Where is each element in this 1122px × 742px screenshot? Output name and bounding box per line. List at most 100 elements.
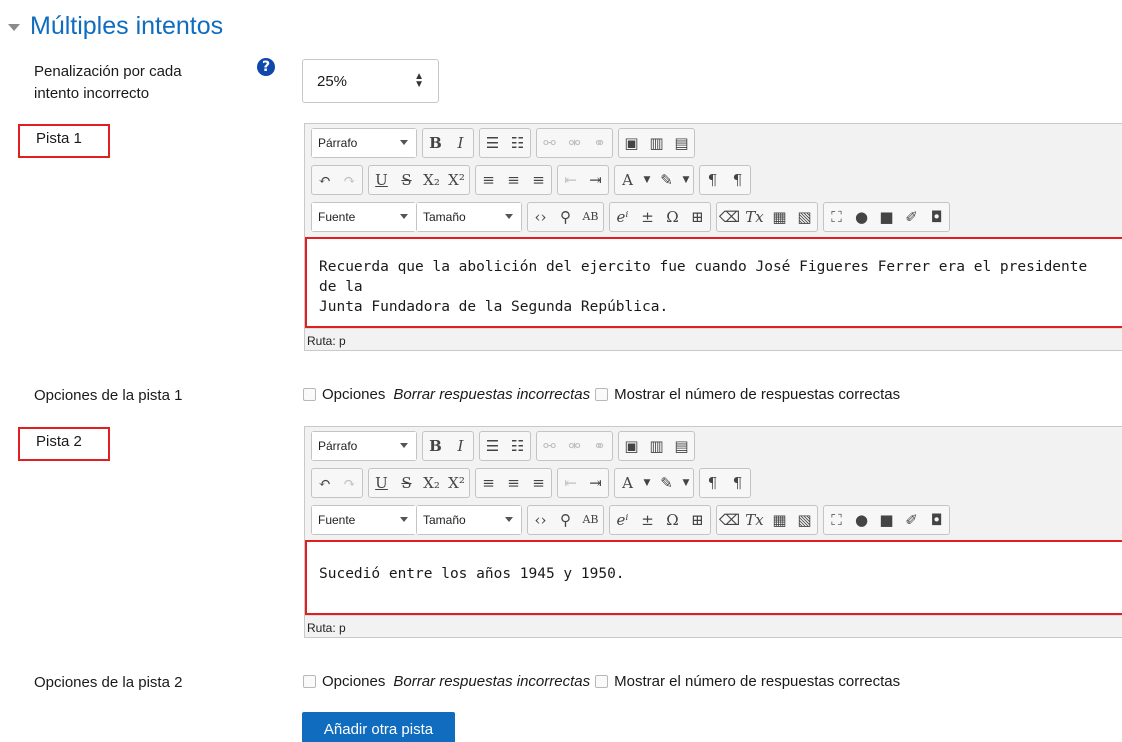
cleanup-icon[interactable]: ⌫ <box>717 203 742 231</box>
hint-2-show-correct-checkbox[interactable] <box>595 675 609 688</box>
rtl-icon[interactable]: ¶ <box>725 166 750 194</box>
hint-2-options-checkbox[interactable] <box>303 675 316 688</box>
draw-icon[interactable]: ✐ <box>899 203 924 231</box>
paste-text-icon[interactable]: ▦ <box>767 203 792 231</box>
rtl-icon[interactable]: ¶ <box>725 469 750 497</box>
background-color-icon[interactable]: ✎ <box>654 469 679 497</box>
background-color-caret-icon[interactable]: ▼ <box>679 469 693 497</box>
align-right-icon[interactable]: ≡ <box>526 166 551 194</box>
question-circle-icon[interactable]: ? <box>257 58 275 76</box>
omega-icon[interactable]: Ω <box>660 506 685 534</box>
bold-icon[interactable]: B <box>423 129 448 157</box>
omega-icon[interactable]: Ω <box>660 203 685 231</box>
clear-formatting-icon[interactable]: Tx <box>742 203 767 231</box>
undo-icon[interactable]: ↶ <box>312 469 337 497</box>
background-color-icon[interactable]: ✎ <box>654 166 679 194</box>
align-left-icon[interactable]: ≡ <box>476 166 501 194</box>
font-dropdown[interactable]: Fuente <box>311 201 416 232</box>
undo-icon[interactable]: ↶ <box>312 166 337 194</box>
underline-icon[interactable]: U <box>369 166 394 194</box>
numbered-list-icon[interactable]: ☷ <box>505 129 530 157</box>
equation-icon[interactable]: eⁱ <box>610 203 635 231</box>
paste-word-icon[interactable]: ▧ <box>792 506 817 534</box>
html-icon[interactable]: ‹› <box>528 506 553 534</box>
search-replace-icon[interactable]: ⚲ <box>553 203 578 231</box>
redo-icon[interactable]: ↷ <box>337 469 362 497</box>
indent-icon[interactable]: ⇥ <box>583 166 608 194</box>
strikethrough-icon[interactable]: S <box>394 469 419 497</box>
align-center-icon[interactable]: ≡ <box>501 166 526 194</box>
outdent-icon[interactable]: ⇤ <box>558 469 583 497</box>
hint-2-text-area[interactable]: Sucedió entre los años 1945 y 1950. <box>305 540 1122 615</box>
size-dropdown[interactable]: Tamaño <box>416 504 522 535</box>
search-replace-icon[interactable]: ⚲ <box>553 506 578 534</box>
ltr-icon[interactable]: ¶ <box>700 166 725 194</box>
record-audio-icon[interactable]: ● <box>849 203 874 231</box>
font-color-icon[interactable]: A <box>615 166 640 194</box>
hint-1-show-correct-checkbox[interactable] <box>595 388 609 401</box>
record-video-icon[interactable]: ■ <box>874 203 899 231</box>
table-icon[interactable]: ⊞ <box>685 203 710 231</box>
fullscreen-icon[interactable]: ⛶ <box>824 506 849 534</box>
record-audio-icon[interactable]: ● <box>849 506 874 534</box>
subscript-icon[interactable]: X₂ <box>419 166 444 194</box>
unlink-icon[interactable]: ⚮ <box>562 432 587 460</box>
italic-icon[interactable]: I <box>448 129 473 157</box>
anchor-icon[interactable]: ⚭ <box>587 432 612 460</box>
link-icon[interactable]: ⚯ <box>537 129 562 157</box>
media-icon[interactable]: ▥ <box>644 129 669 157</box>
insert-char-icon[interactable]: ± <box>635 203 660 231</box>
table-icon[interactable]: ⊞ <box>685 506 710 534</box>
bullet-list-icon[interactable]: ☰ <box>480 129 505 157</box>
hint-2-editor[interactable]: Párrafo BI ☰ ☷ ⚯ ⚮ ⚭ ▣ ▥ ▤ ↶ ↷ U S X₂ X² ≡ ≡ ≡ ⇤ ⇥ A… <box>304 426 1122 638</box>
section-header-multiple-attempts[interactable]: Múltiples intentos <box>8 12 223 41</box>
font-color-caret-icon[interactable]: ▼ <box>640 166 654 194</box>
bold-icon[interactable]: B <box>423 432 448 460</box>
paste-text-icon[interactable]: ▦ <box>767 506 792 534</box>
image-icon[interactable]: ▣ <box>619 129 644 157</box>
nonbreaking-space-icon[interactable]: AB <box>578 506 603 534</box>
collapse-caret-icon[interactable] <box>8 24 20 31</box>
image-icon[interactable]: ▣ <box>619 432 644 460</box>
hint-1-options-checkbox[interactable] <box>303 388 316 401</box>
strikethrough-icon[interactable]: S <box>394 166 419 194</box>
paragraph-dropdown[interactable]: Párrafo <box>311 430 417 461</box>
superscript-icon[interactable]: X² <box>444 166 469 194</box>
file-icon[interactable]: ▤ <box>669 129 694 157</box>
superscript-icon[interactable]: X² <box>444 469 469 497</box>
hint-1-editor[interactable]: Párrafo BI ☰ ☷ ⚯ ⚮ ⚭ ▣ ▥ ▤ ↶ ↷ U S X₂ X² ≡ ≡ ≡ ⇤ ⇥ A… <box>304 123 1122 351</box>
font-color-caret-icon[interactable]: ▼ <box>640 469 654 497</box>
paragraph-dropdown[interactable]: Párrafo <box>311 127 417 158</box>
indent-icon[interactable]: ⇥ <box>583 469 608 497</box>
font-color-icon[interactable]: A <box>615 469 640 497</box>
anchor-icon[interactable]: ⚭ <box>587 129 612 157</box>
link-icon[interactable]: ⚯ <box>537 432 562 460</box>
nonbreaking-space-icon[interactable]: AB <box>578 203 603 231</box>
equation-icon[interactable]: eⁱ <box>610 506 635 534</box>
screenshot-icon[interactable]: ◘ <box>924 506 949 534</box>
align-center-icon[interactable]: ≡ <box>501 469 526 497</box>
numbered-list-icon[interactable]: ☷ <box>505 432 530 460</box>
record-video-icon[interactable]: ■ <box>874 506 899 534</box>
media-icon[interactable]: ▥ <box>644 432 669 460</box>
html-icon[interactable]: ‹› <box>528 203 553 231</box>
font-dropdown[interactable]: Fuente <box>311 504 416 535</box>
outdent-icon[interactable]: ⇤ <box>558 166 583 194</box>
align-left-icon[interactable]: ≡ <box>476 469 501 497</box>
penalty-select[interactable]: 25% ▲ ▼ <box>302 59 439 103</box>
insert-char-icon[interactable]: ± <box>635 506 660 534</box>
background-color-caret-icon[interactable]: ▼ <box>679 166 693 194</box>
ltr-icon[interactable]: ¶ <box>700 469 725 497</box>
cleanup-icon[interactable]: ⌫ <box>717 506 742 534</box>
unlink-icon[interactable]: ⚮ <box>562 129 587 157</box>
subscript-icon[interactable]: X₂ <box>419 469 444 497</box>
hint-1-text-area[interactable]: Recuerda que la abolición del ejercito f… <box>305 237 1122 328</box>
align-right-icon[interactable]: ≡ <box>526 469 551 497</box>
redo-icon[interactable]: ↷ <box>337 166 362 194</box>
draw-icon[interactable]: ✐ <box>899 506 924 534</box>
clear-formatting-icon[interactable]: Tx <box>742 506 767 534</box>
underline-icon[interactable]: U <box>369 469 394 497</box>
add-hint-button[interactable]: Añadir otra pista <box>302 712 455 742</box>
paste-word-icon[interactable]: ▧ <box>792 203 817 231</box>
fullscreen-icon[interactable]: ⛶ <box>824 203 849 231</box>
